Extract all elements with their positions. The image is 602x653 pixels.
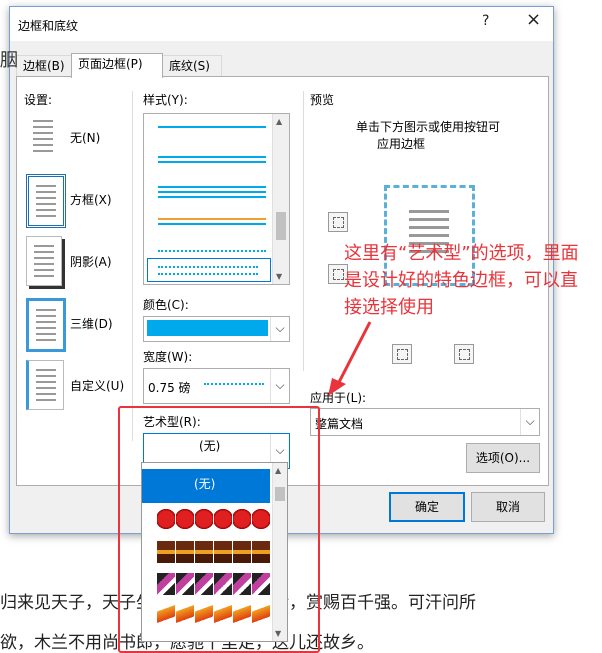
- color-swatch: [147, 320, 268, 336]
- help-button[interactable]: ?: [482, 13, 489, 29]
- width-value: 0.75 磅: [148, 381, 191, 395]
- dialog-titlebar: 边框和底纹 ? ×: [10, 7, 553, 41]
- setting-shadow-label[interactable]: 阴影(A): [70, 253, 112, 270]
- preview-divider: [303, 91, 304, 371]
- color-dropdown[interactable]: ⌵: [143, 316, 290, 342]
- scroll-up-icon[interactable]: ▲: [276, 117, 282, 126]
- style-option-double-wave[interactable]: [147, 258, 271, 282]
- top-border-button[interactable]: [328, 212, 348, 232]
- style-label: 样式(Y):: [143, 93, 188, 107]
- annotation-arrow-icon: [328, 321, 372, 396]
- settings-label: 设置:: [24, 93, 53, 107]
- setting-custom-label[interactable]: 自定义(U): [70, 377, 124, 394]
- setting-3d-icon[interactable]: [26, 298, 66, 352]
- setting-box-label[interactable]: 方框(X): [70, 191, 112, 208]
- style-option-single[interactable]: [158, 126, 266, 128]
- chevron-down-icon[interactable]: ⌵: [270, 317, 289, 341]
- style-option-wave[interactable]: [158, 246, 266, 252]
- preview-label: 预览: [310, 93, 335, 107]
- scroll-down-icon[interactable]: ▼: [276, 272, 282, 281]
- apply-to-dropdown[interactable]: 整篇文档 ⌵: [310, 408, 540, 436]
- style-option-triple[interactable]: [158, 186, 266, 188]
- doc-char: 胭: [0, 50, 18, 71]
- close-button[interactable]: ×: [526, 9, 541, 30]
- chevron-down-icon[interactable]: ⌵: [270, 369, 289, 403]
- preview-hint-line1: 单击下方图示或使用按钮可: [356, 120, 501, 134]
- width-label: 宽度(W):: [143, 350, 193, 364]
- left-border-button[interactable]: [392, 344, 412, 364]
- right-border-button[interactable]: [454, 344, 474, 364]
- setting-none-label[interactable]: 无(N): [70, 129, 100, 146]
- style-list-scrollbar[interactable]: ▲ ▼: [272, 114, 289, 284]
- setting-none-icon[interactable]: [26, 112, 60, 160]
- tab-page-border[interactable]: 页面边框(P): [71, 53, 163, 78]
- setting-box-icon[interactable]: [26, 174, 66, 228]
- column-divider: [132, 91, 133, 441]
- annotation-highlight-box: [118, 406, 320, 653]
- tab-shading[interactable]: 底纹(S): [162, 55, 222, 76]
- style-list[interactable]: ▲ ▼: [143, 113, 290, 285]
- color-label: 颜色(C):: [143, 298, 189, 312]
- width-dropdown[interactable]: 0.75 磅 ⌵: [143, 368, 290, 404]
- width-preview-line: [204, 383, 264, 389]
- style-option-thick-thin[interactable]: [158, 218, 266, 220]
- dialog-title: 边框和底纹: [18, 19, 79, 33]
- scroll-thumb[interactable]: [276, 212, 286, 240]
- apply-to-value: 整篇文档: [315, 417, 364, 431]
- preview-hint-line2: 应用边框: [377, 137, 426, 151]
- tab-borders[interactable]: 边框(B): [16, 55, 74, 76]
- annotation-callout: 这里有“艺术型”的选项，里面是设计好的特色边框，可以直接选择使用: [344, 243, 579, 318]
- style-option-double[interactable]: [158, 156, 266, 158]
- cancel-button[interactable]: 取消: [471, 492, 545, 522]
- setting-custom-icon[interactable]: [26, 360, 64, 410]
- ok-button[interactable]: 确定: [389, 492, 465, 522]
- setting-shadow-icon[interactable]: [26, 236, 62, 286]
- options-button[interactable]: 选项(O)...: [466, 443, 540, 473]
- setting-3d-label[interactable]: 三维(D): [70, 315, 113, 332]
- chevron-down-icon[interactable]: ⌵: [520, 409, 539, 435]
